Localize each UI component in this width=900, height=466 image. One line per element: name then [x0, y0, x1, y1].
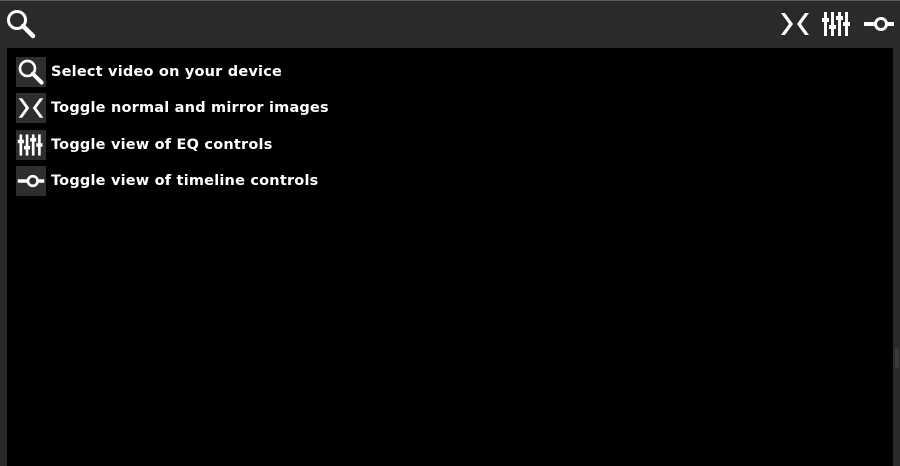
eq-icon [822, 12, 850, 36]
scrollbar-thumb[interactable] [895, 348, 899, 368]
select-video-button[interactable] [4, 7, 38, 41]
search-icon [7, 10, 36, 39]
help-item-label: Toggle view of EQ controls [51, 136, 273, 153]
video-app-window: Select video on your device Toggle norma… [0, 0, 900, 466]
top-toolbar [0, 1, 900, 47]
mirror-icon [16, 93, 46, 124]
timeline-toggle-button[interactable] [862, 7, 896, 41]
timeline-icon [864, 17, 894, 31]
help-panel: Select video on your device Toggle norma… [7, 48, 893, 466]
eq-toggle-button[interactable] [820, 7, 854, 41]
search-icon [16, 57, 46, 87]
help-list: Select video on your device Toggle norma… [16, 57, 329, 202]
help-item-timeline: Toggle view of timeline controls [16, 165, 329, 196]
help-item-eq: Toggle view of EQ controls [16, 129, 329, 160]
eq-icon [16, 129, 46, 160]
help-item-select-video: Select video on your device [16, 57, 329, 87]
mirror-icon [781, 13, 809, 35]
mirror-toggle-button[interactable] [778, 7, 812, 41]
scrollbar-track[interactable] [893, 48, 900, 466]
help-item-label: Toggle normal and mirror images [51, 100, 329, 117]
help-item-mirror: Toggle normal and mirror images [16, 93, 329, 124]
help-item-label: Select video on your device [51, 64, 283, 80]
help-item-label: Toggle view of timeline controls [51, 172, 319, 189]
timeline-icon [16, 165, 46, 196]
